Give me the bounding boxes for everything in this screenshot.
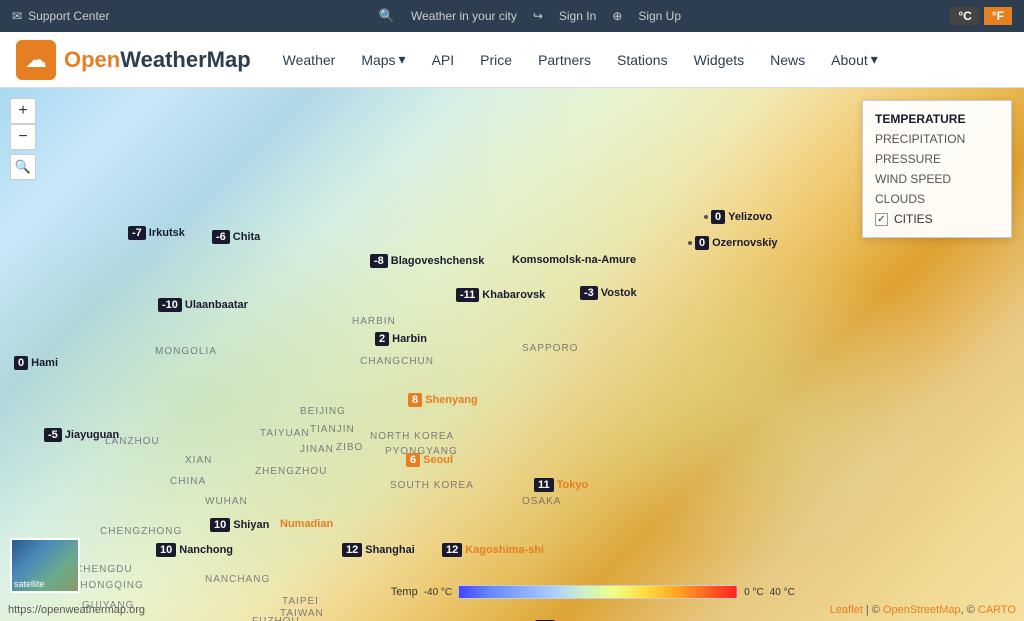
city-vostok: -3 Vostok <box>580 286 637 300</box>
logo-text: OpenWeatherMap <box>64 47 251 73</box>
city-nanchong: 10 Nanchong <box>156 543 233 557</box>
fahrenheit-button[interactable]: °F <box>984 7 1012 25</box>
map-search-button[interactable]: 🔍 <box>10 154 36 180</box>
logo-icon: ☁ <box>16 40 56 80</box>
navbar: ☁ OpenWeatherMap Weather Maps ▾ API Pric… <box>0 32 1024 88</box>
topbar-right: °C °F <box>950 7 1012 25</box>
chevron-down-icon-about: ▾ <box>871 51 878 68</box>
city-ulaanbaatar: -10 Ulaanbaatar <box>158 298 248 312</box>
city-numadian: Numadian <box>280 518 333 530</box>
envelope-icon: ✉ <box>12 9 22 23</box>
city-ozernovskiy: 0 Ozernovskiy <box>688 236 778 250</box>
city-komsomolsk: Komsomolsk-na-Amure <box>512 254 636 266</box>
nav-weather[interactable]: Weather <box>271 44 348 76</box>
city-tokyo: 11 Tokyo <box>534 478 588 492</box>
satellite-label: satellite <box>14 579 45 589</box>
city-irkutsk: -7 Irkutsk <box>128 226 185 240</box>
satellite-thumbnail[interactable]: satellite <box>10 538 80 593</box>
topbar-center: 🔍 Weather in your city ↪ Sign In ⊕ Sign … <box>379 8 681 24</box>
weather-city-link[interactable]: Weather in your city <box>411 9 517 23</box>
zoom-out-button[interactable]: − <box>10 124 36 150</box>
city-khabarovsk: -11 Khabarovsk <box>456 288 545 302</box>
signin-icon: ↪ <box>533 9 543 23</box>
nav-price[interactable]: Price <box>468 44 524 76</box>
city-chita: -6 Chita <box>212 230 260 244</box>
nav-widgets[interactable]: Widgets <box>682 44 757 76</box>
city-blagoveshchensk: -8 Blagoveshchensk <box>370 254 484 268</box>
layer-temperature[interactable]: TEMPERATURE <box>875 109 999 129</box>
openstreetmap-link[interactable]: OpenStreetMap <box>883 604 961 616</box>
chevron-down-icon: ▾ <box>399 51 406 68</box>
nav-partners[interactable]: Partners <box>526 44 603 76</box>
layer-precipitation[interactable]: PRECIPITATION <box>875 129 999 149</box>
nav-items: Weather Maps ▾ API Price Partners Statio… <box>271 43 1008 76</box>
city-shenyang: 8 Shenyang <box>408 393 478 407</box>
nav-stations[interactable]: Stations <box>605 44 680 76</box>
signup-link[interactable]: Sign Up <box>638 9 681 23</box>
temp-mid-label: 0 °C <box>744 587 764 598</box>
layer-wind-speed[interactable]: WIND SPEED <box>875 169 999 189</box>
support-center-link[interactable]: Support Center <box>28 9 109 23</box>
map-container[interactable]: MONGOLIA CHINA NORTH KOREA SOUTH KOREA C… <box>0 88 1024 621</box>
nav-news[interactable]: News <box>758 44 817 76</box>
city-seoul: 6 Seoul <box>406 453 453 467</box>
city-kagoshima: 12 Kagoshima-shi <box>442 543 544 557</box>
map-footer: https://openweathermap.org Leaflet | © O… <box>0 599 1024 621</box>
temp-legend-label: Temp <box>391 586 418 598</box>
temp-gradient-bar <box>458 585 738 599</box>
nav-maps[interactable]: Maps ▾ <box>349 43 417 76</box>
logo: ☁ OpenWeatherMap <box>16 40 251 80</box>
city-hami: 0 Hami <box>14 356 58 370</box>
layer-panel: TEMPERATURE PRECIPITATION PRESSURE WIND … <box>862 100 1012 238</box>
temperature-legend: Temp -40 °C 0 °C 40 °C <box>391 585 795 599</box>
carto-link[interactable]: CARTO <box>978 604 1016 616</box>
zoom-in-button[interactable]: + <box>10 98 36 124</box>
nav-about[interactable]: About ▾ <box>819 43 890 76</box>
leaflet-link[interactable]: Leaflet <box>830 604 863 616</box>
temp-max-label: 40 °C <box>770 587 795 598</box>
layer-pressure[interactable]: PRESSURE <box>875 149 999 169</box>
city-jiayuguan: -5 Jiayuguan <box>44 428 119 442</box>
city-harbin: 2 Harbin <box>375 332 427 346</box>
layer-cities[interactable]: ✓ CITIES <box>875 209 999 229</box>
temp-min-label: -40 °C <box>424 587 452 598</box>
nav-api[interactable]: API <box>420 44 467 76</box>
celsius-button[interactable]: °C <box>950 7 979 25</box>
footer-credits: Leaflet | © OpenStreetMap, © CARTO <box>830 604 1016 616</box>
signin-link[interactable]: Sign In <box>559 9 596 23</box>
layer-clouds[interactable]: CLOUDS <box>875 189 999 209</box>
city-yelizovo: 0 Yelizovo <box>704 210 772 224</box>
topbar: ✉ Support Center 🔍 Weather in your city … <box>0 0 1024 32</box>
signup-icon: ⊕ <box>612 9 622 23</box>
cities-checkbox[interactable]: ✓ <box>875 213 888 226</box>
city-shiyan: 10 Shiyan <box>210 518 269 532</box>
topbar-left: ✉ Support Center <box>12 9 109 23</box>
map-controls: + − 🔍 <box>10 98 36 180</box>
search-icon-top: 🔍 <box>379 8 395 24</box>
footer-url: https://openweathermap.org <box>8 604 145 616</box>
city-shanghai: 12 Shanghai <box>342 543 415 557</box>
